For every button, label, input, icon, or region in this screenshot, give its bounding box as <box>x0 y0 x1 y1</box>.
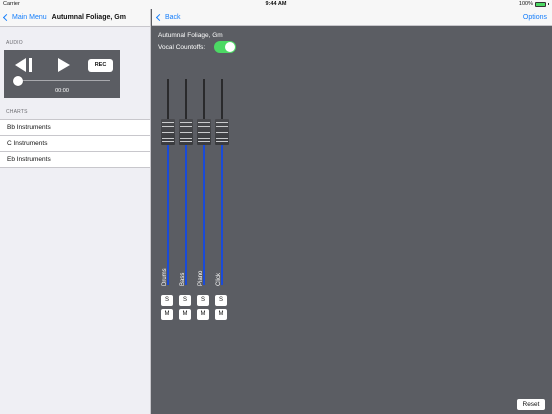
chevron-left-icon <box>155 13 164 21</box>
playback-scrubber[interactable] <box>18 80 110 81</box>
playback-time: 00:00 <box>55 88 69 94</box>
chart-item-bb[interactable]: Bb Instruments <box>0 120 150 136</box>
fader-level <box>185 145 187 285</box>
fader-handle[interactable] <box>161 119 175 145</box>
mixer-song-label: Autumnal Foliage, Gm <box>158 32 223 39</box>
back-label: Back <box>165 13 181 21</box>
chevron-left-icon <box>2 13 11 22</box>
reset-button[interactable]: Reset <box>517 399 545 410</box>
mute-button[interactable]: M <box>197 309 209 320</box>
record-button[interactable]: REC <box>88 59 113 72</box>
fader-handle[interactable] <box>215 119 229 145</box>
status-bar: Carrier 9:44 AM 100% <box>0 0 552 9</box>
rewind-icon[interactable] <box>15 58 37 72</box>
solo-button[interactable]: S <box>197 295 209 306</box>
solo-button[interactable]: S <box>179 295 191 306</box>
battery-icon <box>535 1 546 7</box>
play-icon[interactable] <box>56 58 71 72</box>
chart-item-c[interactable]: C Instruments <box>0 136 150 152</box>
mute-button[interactable]: M <box>179 309 191 320</box>
sidebar-navbar: Main Menu Autumnal Foliage, Gm <box>0 9 150 27</box>
audio-section-header: AUDIO <box>6 40 23 46</box>
battery-percent: 100% <box>518 1 533 7</box>
channel-label: Drums <box>162 268 168 286</box>
countoff-label: Vocal Countoffs: <box>158 44 206 51</box>
options-button[interactable]: Options <box>523 14 547 21</box>
fader-level <box>167 145 169 285</box>
fader-level <box>203 145 205 285</box>
sidebar: Main Menu Autumnal Foliage, Gm AUDIO REC… <box>0 9 151 414</box>
main-menu-label: Main Menu <box>12 14 47 21</box>
channel-label: Click <box>216 273 222 286</box>
mute-button[interactable]: M <box>215 309 227 320</box>
song-title: Autumnal Foliage, Gm <box>51 14 126 21</box>
fader-handle[interactable] <box>197 119 211 145</box>
fader-handle[interactable] <box>179 119 193 145</box>
main-menu-back-button[interactable]: Main Menu <box>2 13 47 22</box>
mixer-navbar: Back Options <box>152 9 552 26</box>
channel-label: Bass <box>180 272 186 286</box>
audio-player: REC 00:00 <box>4 50 120 98</box>
vocal-countoffs-toggle[interactable] <box>214 41 236 53</box>
charts-section-header: CHARTS <box>6 109 28 115</box>
fader-level <box>221 145 223 285</box>
solo-button[interactable]: S <box>161 295 173 306</box>
battery-indicator: 100% <box>519 1 549 7</box>
chart-item-eb[interactable]: Eb Instruments <box>0 152 150 168</box>
back-button[interactable]: Back <box>155 13 181 21</box>
charts-list: Bb Instruments C Instruments Eb Instrume… <box>0 119 150 168</box>
clock: 9:44 AM <box>265 1 287 7</box>
mute-button[interactable]: M <box>161 309 173 320</box>
mixer-panel: Back Options Autumnal Foliage, Gm Vocal … <box>152 9 552 414</box>
scrubber-thumb[interactable] <box>13 76 23 86</box>
channel-label: Piano <box>198 270 204 286</box>
solo-button[interactable]: S <box>215 295 227 306</box>
